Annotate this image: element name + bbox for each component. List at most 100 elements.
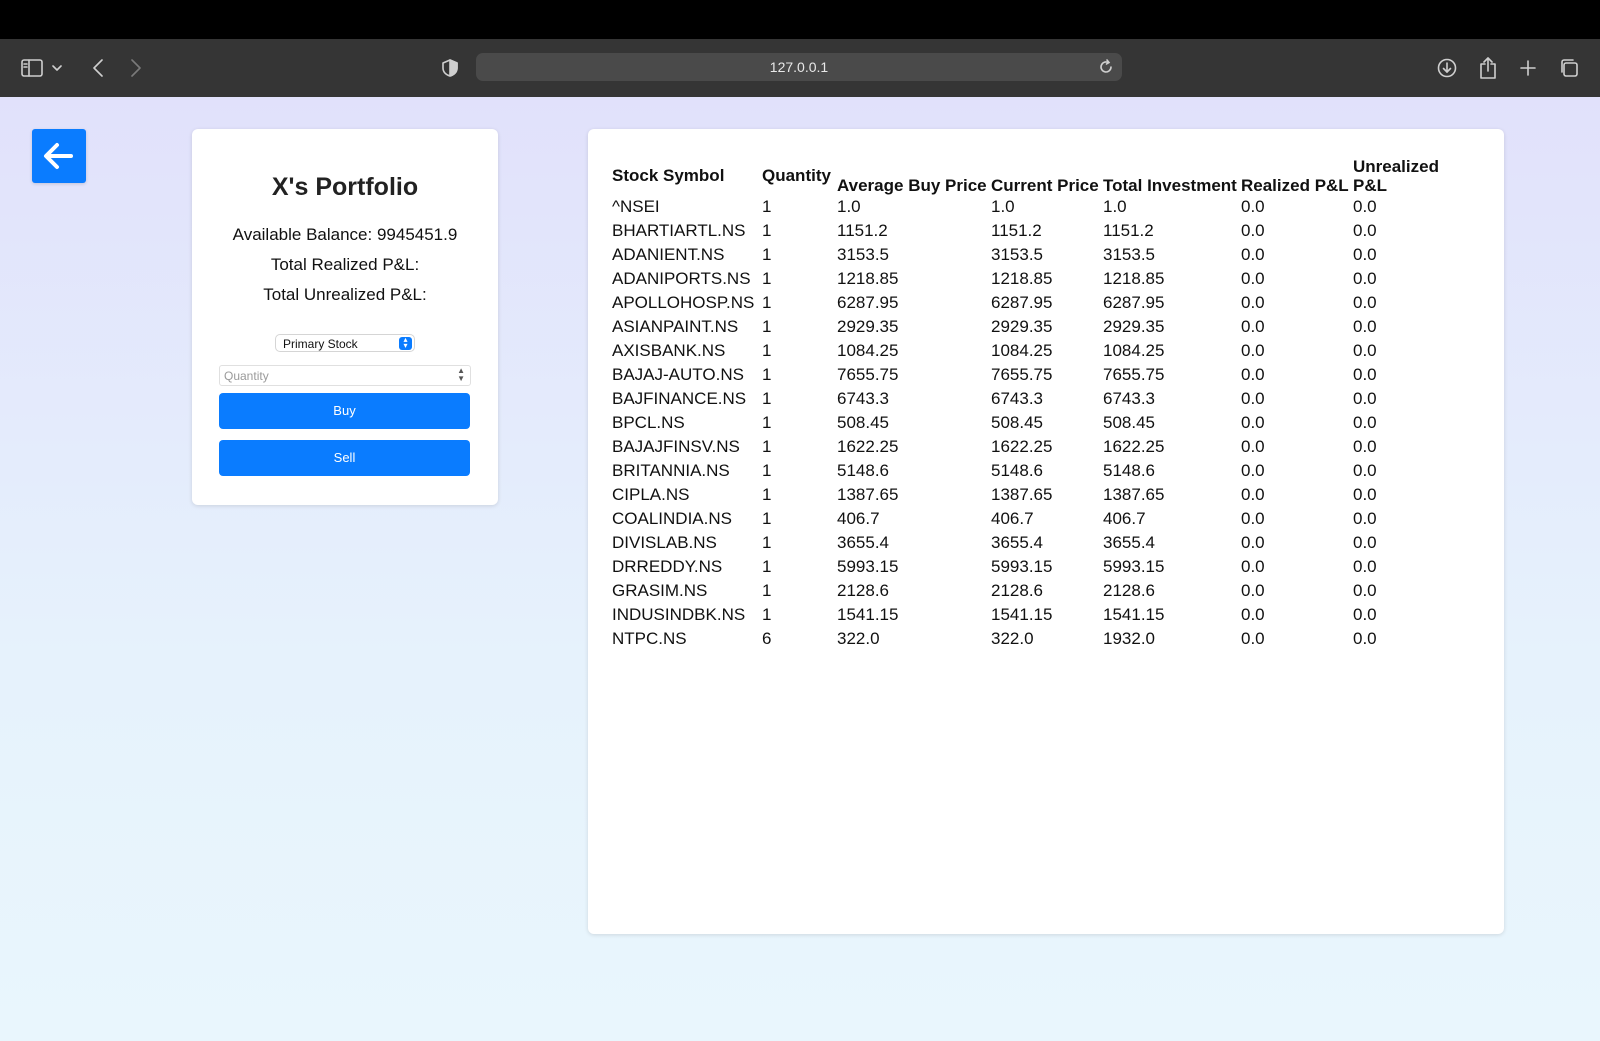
chevron-down-icon[interactable]: [48, 54, 66, 82]
stock-symbol-cell: ADANIENT.NS: [612, 245, 725, 264]
stock-symbol-cell: BRITANNIA.NS: [612, 461, 730, 480]
back-button[interactable]: [32, 129, 86, 183]
average-buy-price-cell: 3153.5: [837, 245, 889, 264]
total-investment-cell: 5148.6: [1103, 461, 1155, 480]
stock-symbol-cell: AXISBANK.NS: [612, 341, 726, 360]
current-price-cell: 3655.4: [991, 533, 1043, 552]
table-row: APOLLOHOSP.NS 1 6287.95 6287.95 6287.95 0.0 0.…: [612, 291, 1463, 315]
average-buy-price-cell: 322.0: [837, 629, 880, 648]
stock-symbol-cell: DRREDDY.NS: [612, 557, 723, 576]
average-buy-price-cell: 1084.25: [837, 341, 899, 360]
window-top-bar: [0, 0, 1600, 39]
current-price-cell: 1084.25: [991, 341, 1053, 360]
stock-symbol-cell: BAJAJ-AUTO.NS: [612, 365, 744, 384]
average-buy-price-cell: 1218.85: [837, 269, 899, 288]
quantity-cell: 1: [762, 389, 772, 408]
quantity-input[interactable]: Quantity ▲ ▼: [219, 365, 471, 386]
table-row: DRREDDY.NS 1 5993.15 5993.15 5993.15 0.0 0.0: [612, 555, 1463, 579]
realized-pl-cell: 0.0: [1241, 437, 1265, 456]
header-current-price: Current Price: [991, 176, 1099, 195]
total-investment-cell: 1387.65: [1103, 485, 1165, 504]
tab-overview-icon[interactable]: [1555, 54, 1583, 82]
table-row: NTPC.NS 6 322.0 322.0 1932.0 0.0 0.0: [612, 627, 1463, 651]
reload-icon[interactable]: [1096, 57, 1116, 77]
quantity-cell: 6: [762, 629, 772, 648]
stock-symbol-cell: CIPLA.NS: [612, 485, 690, 504]
table-row: INDUSINDBK.NS 1 1541.15 1541.15 1541.15 0.0 0.…: [612, 603, 1463, 627]
back-nav-icon[interactable]: [84, 54, 112, 82]
quantity-cell: 1: [762, 509, 772, 528]
quantity-cell: 1: [762, 413, 772, 432]
realized-pl-cell: 0.0: [1241, 365, 1265, 384]
realized-pl-cell: 0.0: [1241, 413, 1265, 432]
average-buy-price-cell: 6743.3: [837, 389, 889, 408]
quantity-cell: 1: [762, 485, 772, 504]
new-tab-icon[interactable]: [1514, 54, 1542, 82]
stock-symbol-cell: BAJAJFINSV.NS: [612, 437, 740, 456]
stock-select[interactable]: Primary Stock ▴ ▾: [275, 334, 415, 352]
table-row: ASIANPAINT.NS 1 2929.35 2929.35 2929.35 0.0 0.…: [612, 315, 1463, 339]
unrealized-pl-cell: 0.0: [1353, 269, 1377, 288]
holdings-card: Stock Symbol Quantity Average Buy Price …: [588, 129, 1504, 934]
current-price-cell: 5993.15: [991, 557, 1053, 576]
realized-pl-cell: 0.0: [1241, 389, 1265, 408]
stock-symbol-cell: BHARTIARTL.NS: [612, 221, 746, 240]
total-investment-cell: 1.0: [1103, 197, 1127, 216]
share-icon[interactable]: [1474, 54, 1502, 82]
unrealized-pl-cell: 0.0: [1353, 485, 1377, 504]
quantity-cell: 1: [762, 221, 772, 240]
quantity-stepper-icon[interactable]: ▲ ▼: [457, 367, 465, 383]
current-price-cell: 1218.85: [991, 269, 1053, 288]
current-price-cell: 406.7: [991, 509, 1034, 528]
table-row: COALINDIA.NS 1 406.7 406.7 406.7 0.0 0.0: [612, 507, 1463, 531]
table-row: GRASIM.NS 1 2128.6 2128.6 2128.6 0.0 0.0: [612, 579, 1463, 603]
quantity-cell: 1: [762, 365, 772, 384]
quantity-cell: 1: [762, 461, 772, 480]
total-investment-cell: 1541.15: [1103, 605, 1165, 624]
unrealized-pl-cell: 0.0: [1353, 581, 1377, 600]
quantity-cell: 1: [762, 341, 772, 360]
average-buy-price-cell: 5148.6: [837, 461, 889, 480]
current-price-cell: 3153.5: [991, 245, 1043, 264]
average-buy-price-cell: 1387.65: [837, 485, 899, 504]
buy-button[interactable]: Buy: [219, 393, 470, 429]
unrealized-pl-cell: 0.0: [1353, 557, 1377, 576]
unrealized-pl-cell: 0.0: [1353, 245, 1377, 264]
header-stock-symbol: Stock Symbol: [612, 165, 725, 185]
table-row: BAJAJ-AUTO.NS 1 7655.75 7655.75 7655.75 0.0 0.…: [612, 363, 1463, 387]
quantity-cell: 1: [762, 197, 772, 216]
realized-pl-cell: 0.0: [1241, 221, 1265, 240]
privacy-shield-icon[interactable]: [436, 54, 464, 82]
stock-symbol-cell: ^NSEI: [612, 197, 660, 216]
current-price-cell: 2929.35: [991, 317, 1053, 336]
unrealized-pl-cell: 0.0: [1353, 317, 1377, 336]
header-unrealized-pl: Unrealized P&L: [1353, 157, 1439, 195]
total-investment-cell: 1084.25: [1103, 341, 1165, 360]
forward-nav-icon[interactable]: [122, 54, 150, 82]
stock-symbol-cell: BAJFINANCE.NS: [612, 389, 747, 408]
sidebar-toggle-icon[interactable]: [18, 54, 46, 82]
quantity-cell: 1: [762, 317, 772, 336]
current-price-cell: 2128.6: [991, 581, 1043, 600]
quantity-cell: 1: [762, 245, 772, 264]
address-bar[interactable]: 127.0.0.1: [476, 53, 1122, 81]
total-investment-cell: 1218.85: [1103, 269, 1165, 288]
total-investment-cell: 2929.35: [1103, 317, 1165, 336]
average-buy-price-cell: 1.0: [837, 197, 861, 216]
sell-button[interactable]: Sell: [219, 440, 470, 476]
total-investment-cell: 508.45: [1103, 413, 1155, 432]
current-price-cell: 1622.25: [991, 437, 1053, 456]
total-investment-cell: 1622.25: [1103, 437, 1165, 456]
realized-pl-cell: 0.0: [1241, 197, 1265, 216]
download-icon[interactable]: [1433, 54, 1461, 82]
quantity-cell: 1: [762, 605, 772, 624]
quantity-cell: 1: [762, 269, 772, 288]
stock-symbol-cell: ASIANPAINT.NS: [612, 317, 739, 336]
total-investment-cell: 3655.4: [1103, 533, 1155, 552]
stock-symbol-cell: BPCL.NS: [612, 413, 685, 432]
current-price-cell: 5148.6: [991, 461, 1043, 480]
current-price-cell: 508.45: [991, 413, 1043, 432]
average-buy-price-cell: 7655.75: [837, 365, 899, 384]
header-average-buy-price: Average Buy Price: [837, 176, 987, 195]
realized-pl-cell: 0.0: [1241, 341, 1265, 360]
